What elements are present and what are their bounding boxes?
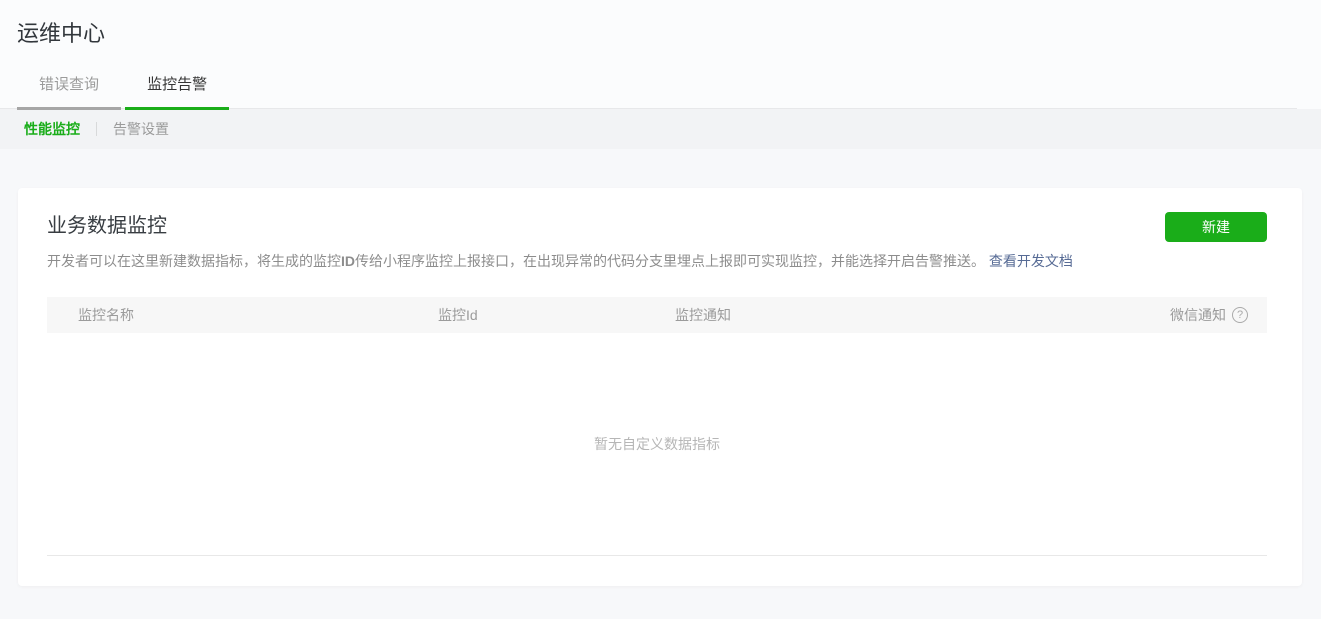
- help-question-icon[interactable]: ?: [1232, 307, 1248, 323]
- tab-error-query[interactable]: 错误查询: [17, 73, 121, 110]
- view-dev-docs-link[interactable]: 查看开发文档: [989, 253, 1073, 269]
- monitor-table-header: 监控名称 监控Id 监控通知 微信通知 ?: [47, 297, 1267, 333]
- empty-state-message: 暂无自定义数据指标: [47, 333, 1267, 555]
- top-header: 运维中心 错误查询 监控告警: [0, 0, 1321, 109]
- subtab-alert-settings[interactable]: 告警设置: [113, 119, 169, 139]
- panel-header: 业务数据监控 新建: [47, 212, 1267, 242]
- description-text-suffix: 传给小程序监控上报接口，在出现异常的代码分支里埋点上报即可实现监控，并能选择开启…: [355, 253, 985, 269]
- description-text-prefix: 开发者可以在这里新建数据指标，将生成的监控: [47, 253, 341, 269]
- column-monitor-id: 监控Id: [438, 305, 675, 325]
- subtab-divider: [96, 122, 97, 136]
- panel-description: 开发者可以在这里新建数据指标，将生成的监控ID传给小程序监控上报接口，在出现异常…: [47, 251, 1267, 271]
- column-wechat-notify: 微信通知 ?: [1170, 305, 1267, 325]
- subtab-bar: 性能监控 告警设置: [0, 109, 1321, 149]
- column-wechat-notify-label: 微信通知: [1170, 305, 1226, 325]
- page-title: 运维中心: [17, 19, 1321, 49]
- create-new-button[interactable]: 新建: [1165, 212, 1267, 242]
- tab-bar: 错误查询 监控告警: [0, 73, 1297, 109]
- column-monitor-notify: 监控通知: [675, 305, 1170, 325]
- subtab-performance-monitor[interactable]: 性能监控: [24, 119, 80, 139]
- business-data-monitor-panel: 业务数据监控 新建 开发者可以在这里新建数据指标，将生成的监控ID传给小程序监控…: [18, 188, 1302, 586]
- column-monitor-name: 监控名称: [47, 305, 438, 325]
- description-id-emphasis: ID: [341, 253, 355, 269]
- card-bottom-divider: [47, 555, 1267, 556]
- tab-monitor-alert[interactable]: 监控告警: [125, 73, 229, 110]
- panel-title: 业务数据监控: [47, 212, 167, 240]
